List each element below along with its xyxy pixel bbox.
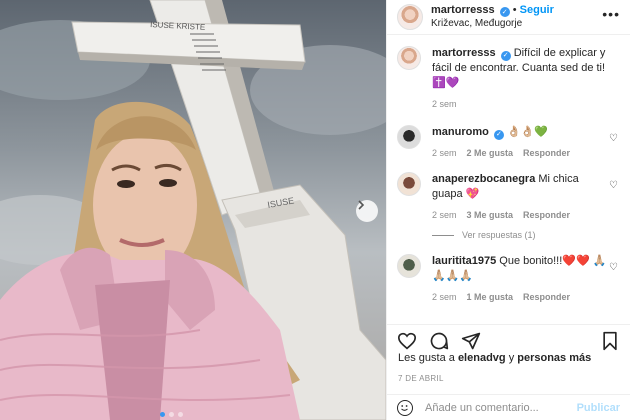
chevron-right-icon bbox=[358, 200, 365, 210]
author-avatar[interactable] bbox=[397, 4, 423, 30]
next-photo-button[interactable] bbox=[356, 200, 378, 222]
caption-row: martorresss ✓ Difícil de explicar y fáci… bbox=[397, 46, 620, 109]
comment-age: 2 sem bbox=[432, 292, 457, 302]
like-comment-heart-icon[interactable]: ♡ bbox=[609, 133, 618, 144]
view-replies-button[interactable]: Ver respuestas (1) bbox=[432, 230, 620, 240]
commenter-avatar[interactable] bbox=[397, 172, 421, 196]
like-comment-heart-icon[interactable]: ♡ bbox=[609, 262, 618, 273]
comment-username[interactable]: lauritita1975 bbox=[432, 255, 496, 267]
liked-by-others[interactable]: personas más bbox=[517, 352, 591, 364]
liked-by-user[interactable]: elenadvg bbox=[458, 352, 506, 364]
bookmark-icon[interactable] bbox=[600, 331, 620, 351]
comment-row: manuromo ✓ 👌🏼👌🏼💚 2 sem 2 Me gusta Respon… bbox=[397, 125, 620, 158]
carousel-dots bbox=[160, 412, 183, 417]
verified-badge-icon: ✓ bbox=[499, 7, 510, 18]
comment-likes[interactable]: 2 Me gusta bbox=[467, 148, 514, 158]
caption-age: 2 sem bbox=[432, 99, 457, 109]
share-icon[interactable] bbox=[461, 331, 481, 351]
verified-badge-icon: ✓ bbox=[493, 129, 504, 140]
more-options-icon[interactable]: ••• bbox=[602, 7, 620, 21]
author-username[interactable]: martorresss bbox=[431, 4, 495, 16]
heart-icon[interactable] bbox=[397, 331, 417, 351]
comment-text: 👌🏼👌🏼💚 bbox=[506, 126, 549, 138]
commenter-avatar[interactable] bbox=[397, 125, 421, 149]
post-header: martorresss ✓ • Seguir Križevac, Međugor… bbox=[387, 0, 630, 35]
carousel-dot-active bbox=[160, 412, 165, 417]
likes-summary: Les gusta a elenadvg y personas más bbox=[398, 352, 592, 364]
comment-input[interactable] bbox=[425, 401, 577, 414]
follow-button[interactable]: Seguir bbox=[520, 4, 554, 16]
comment-age: 2 sem bbox=[432, 148, 457, 158]
comment-row: lauritita1975 Que bonito!!!❤️❤️ 🙏🏼🙏🏼🙏🏼🙏🏼… bbox=[397, 254, 620, 302]
comment-icon[interactable] bbox=[429, 331, 449, 351]
comment-username[interactable]: manuromo bbox=[432, 126, 489, 138]
comment-age: 2 sem bbox=[432, 210, 457, 220]
reply-button[interactable]: Responder bbox=[523, 148, 570, 158]
comment-username[interactable]: anaperezbocanegra bbox=[432, 173, 535, 185]
verified-badge-icon: ✓ bbox=[500, 50, 511, 61]
publish-button[interactable]: Publicar bbox=[577, 402, 620, 414]
commenter-avatar[interactable] bbox=[397, 254, 421, 278]
reply-button[interactable]: Responder bbox=[523, 292, 570, 302]
view-replies-label[interactable]: Ver respuestas (1) bbox=[462, 230, 536, 240]
comments-list: martorresss ✓ Difícil de explicar y fáci… bbox=[387, 36, 630, 322]
reply-button[interactable]: Responder bbox=[523, 210, 570, 220]
comment-likes[interactable]: 3 Me gusta bbox=[467, 210, 514, 220]
caption-username[interactable]: martorresss bbox=[432, 47, 496, 59]
post-photo[interactable]: ISUSE KRISTE ISUSE bbox=[0, 0, 386, 420]
like-comment-heart-icon[interactable]: ♡ bbox=[609, 180, 618, 191]
post-date[interactable]: 7 DE ABRIL bbox=[398, 374, 444, 383]
photo-scene: ISUSE KRISTE ISUSE bbox=[0, 0, 386, 420]
author-avatar-small[interactable] bbox=[397, 46, 421, 70]
comment-row: anaperezbocanegra Mi chica guapa 💖 2 sem… bbox=[397, 172, 620, 220]
emoji-icon[interactable] bbox=[397, 399, 413, 416]
carousel-dot bbox=[178, 412, 183, 417]
post-side-panel: martorresss ✓ • Seguir Križevac, Međugor… bbox=[386, 0, 630, 420]
carousel-dot bbox=[169, 412, 174, 417]
comment-likes[interactable]: 1 Me gusta bbox=[467, 292, 514, 302]
caption-emoji: ✝️💜 bbox=[432, 77, 460, 89]
post-location[interactable]: Križevac, Međugorje bbox=[431, 17, 554, 30]
comment-composer: Publicar bbox=[387, 394, 630, 420]
